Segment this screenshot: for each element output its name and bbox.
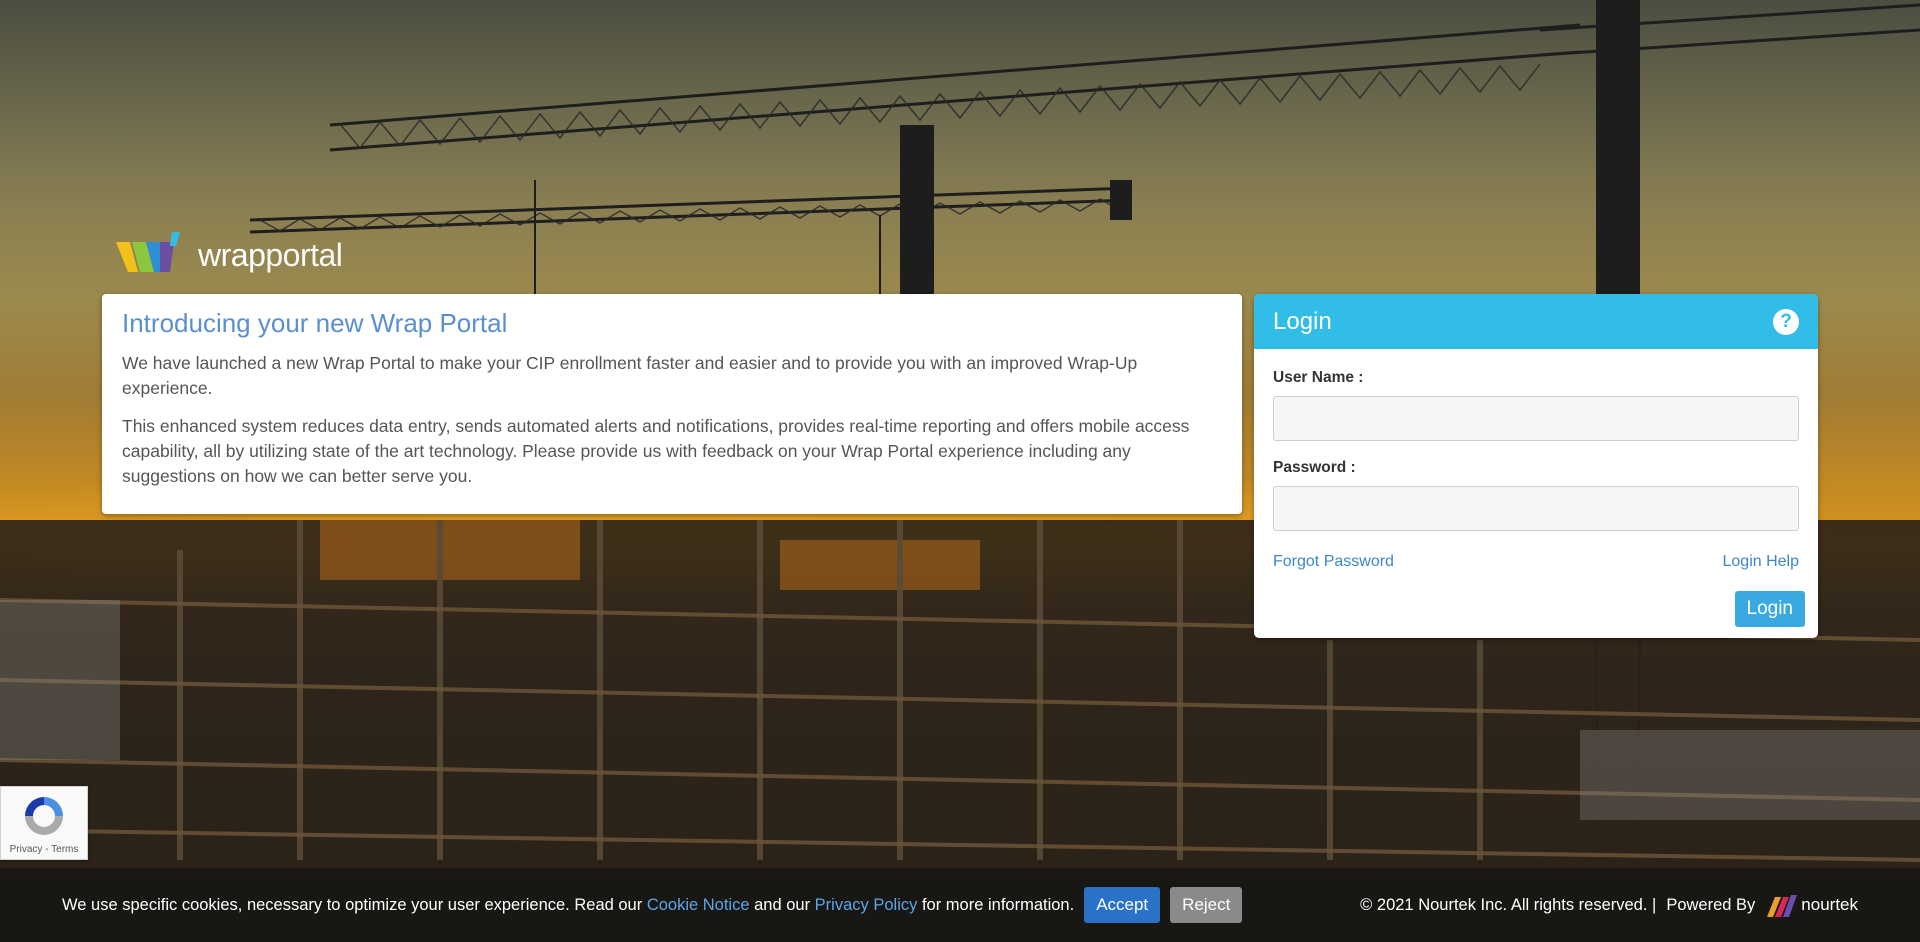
cookie-text-after: for more information. (917, 895, 1075, 914)
login-help-link[interactable]: Login Help (1723, 553, 1800, 571)
privacy-policy-link[interactable]: Privacy Policy (815, 896, 918, 915)
reject-cookies-button[interactable]: Reject (1170, 887, 1243, 923)
copyright-area: © 2021 Nourtek Inc. All rights reserved.… (1360, 891, 1858, 919)
username-label: User Name : (1273, 369, 1364, 386)
login-title: Login (1273, 307, 1332, 335)
cookie-consent: We use specific cookies, necessary to op… (62, 887, 1243, 923)
login-form: User Name : Password : Forgot Password L… (1254, 349, 1818, 638)
help-icon[interactable]: ? (1773, 308, 1799, 335)
copyright-text: © 2021 Nourtek Inc. All rights reserved.… (1360, 895, 1657, 914)
wrapportal-logo: wrapportal (116, 232, 343, 278)
cookie-text-mid: and our (749, 895, 815, 914)
nourtek-brand-text: nourtek (1801, 895, 1858, 914)
logo-text-portal: portal (265, 236, 343, 273)
nourtek-logo-icon (1767, 895, 1798, 917)
login-links: Forgot Password Login Help (1273, 553, 1799, 571)
cookie-footer-bar: We use specific cookies, necessary to op… (0, 868, 1920, 942)
cookie-text-before: We use specific cookies, necessary to op… (62, 895, 647, 914)
intro-title: Introducing your new Wrap Portal (122, 308, 508, 338)
cookie-notice-link[interactable]: Cookie Notice (647, 896, 750, 915)
password-input[interactable] (1273, 486, 1799, 531)
recaptcha-icon (25, 797, 63, 835)
logo-text-wrap: wrap (198, 236, 266, 273)
recaptcha-links[interactable]: Privacy - Terms (10, 844, 79, 855)
nourtek-logo[interactable]: nourtek (1765, 891, 1858, 919)
login-panel: Login ? User Name : Password : Forgot Pa… (1254, 294, 1818, 638)
wrapportal-logo-mark (116, 232, 180, 272)
accept-cookies-button[interactable]: Accept (1084, 887, 1161, 923)
login-header: Login ? (1254, 294, 1818, 349)
username-input[interactable] (1273, 396, 1799, 441)
forgot-password-link[interactable]: Forgot Password (1273, 553, 1394, 571)
login-button[interactable]: Login (1734, 591, 1805, 627)
powered-by-text: Powered By (1666, 895, 1756, 914)
password-label: Password : (1273, 459, 1356, 476)
login-button-row: Login (1273, 591, 1805, 627)
intro-panel: Introducing your new Wrap Portal We have… (102, 294, 1242, 514)
intro-paragraph-2: This enhanced system reduces data entry,… (122, 416, 1190, 486)
recaptcha-badge[interactable]: Privacy - Terms (0, 786, 88, 860)
logo-text: wrapportal (198, 236, 343, 274)
intro-paragraph-1: We have launched a new Wrap Portal to ma… (122, 353, 1138, 398)
